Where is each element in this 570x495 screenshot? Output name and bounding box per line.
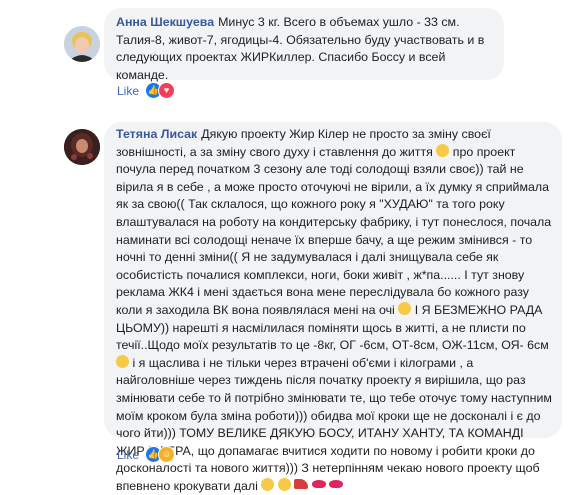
grin-emoji-icon	[277, 477, 291, 491]
comment-author[interactable]: Тетяна Лисак	[116, 127, 197, 141]
like-button[interactable]: Like	[117, 84, 139, 98]
love-reaction-icon[interactable]: ♥	[158, 82, 176, 99]
comment-actions: Like 👍 ♥	[117, 82, 176, 99]
comment-bubble: Анна Шекшуева Минус 3 кг. Всего в объемах…	[104, 8, 504, 82]
like-button[interactable]: Like	[117, 448, 139, 462]
comment-author[interactable]: Анна Шекшуева	[116, 15, 214, 29]
avatar-photo	[64, 129, 100, 165]
comment-bubble: Тетяна Лисак Дякую проекту Жир Кілер не п…	[104, 122, 562, 493]
avatar[interactable]	[64, 129, 100, 165]
smile-emoji-icon	[261, 477, 275, 491]
comment-actions: Like 👍 ☺	[117, 446, 176, 463]
avatar-photo	[64, 26, 100, 62]
smile-emoji-icon	[398, 301, 412, 315]
grin-emoji-icon	[436, 143, 450, 157]
kiss-lips-emoji-icon	[311, 479, 326, 488]
comment-text-part-2: про проект почула перед початком 3 сезон…	[116, 144, 552, 317]
high-heel-emoji-icon	[294, 478, 309, 489]
haha-reaction-icon[interactable]: ☺	[158, 446, 176, 463]
smile-emoji-icon	[116, 354, 129, 368]
kiss-lips-emoji-icon	[329, 479, 344, 488]
avatar[interactable]	[64, 26, 100, 62]
comment-text-part-4: і я щаслива і не тільки через втрачені о…	[116, 355, 552, 493]
